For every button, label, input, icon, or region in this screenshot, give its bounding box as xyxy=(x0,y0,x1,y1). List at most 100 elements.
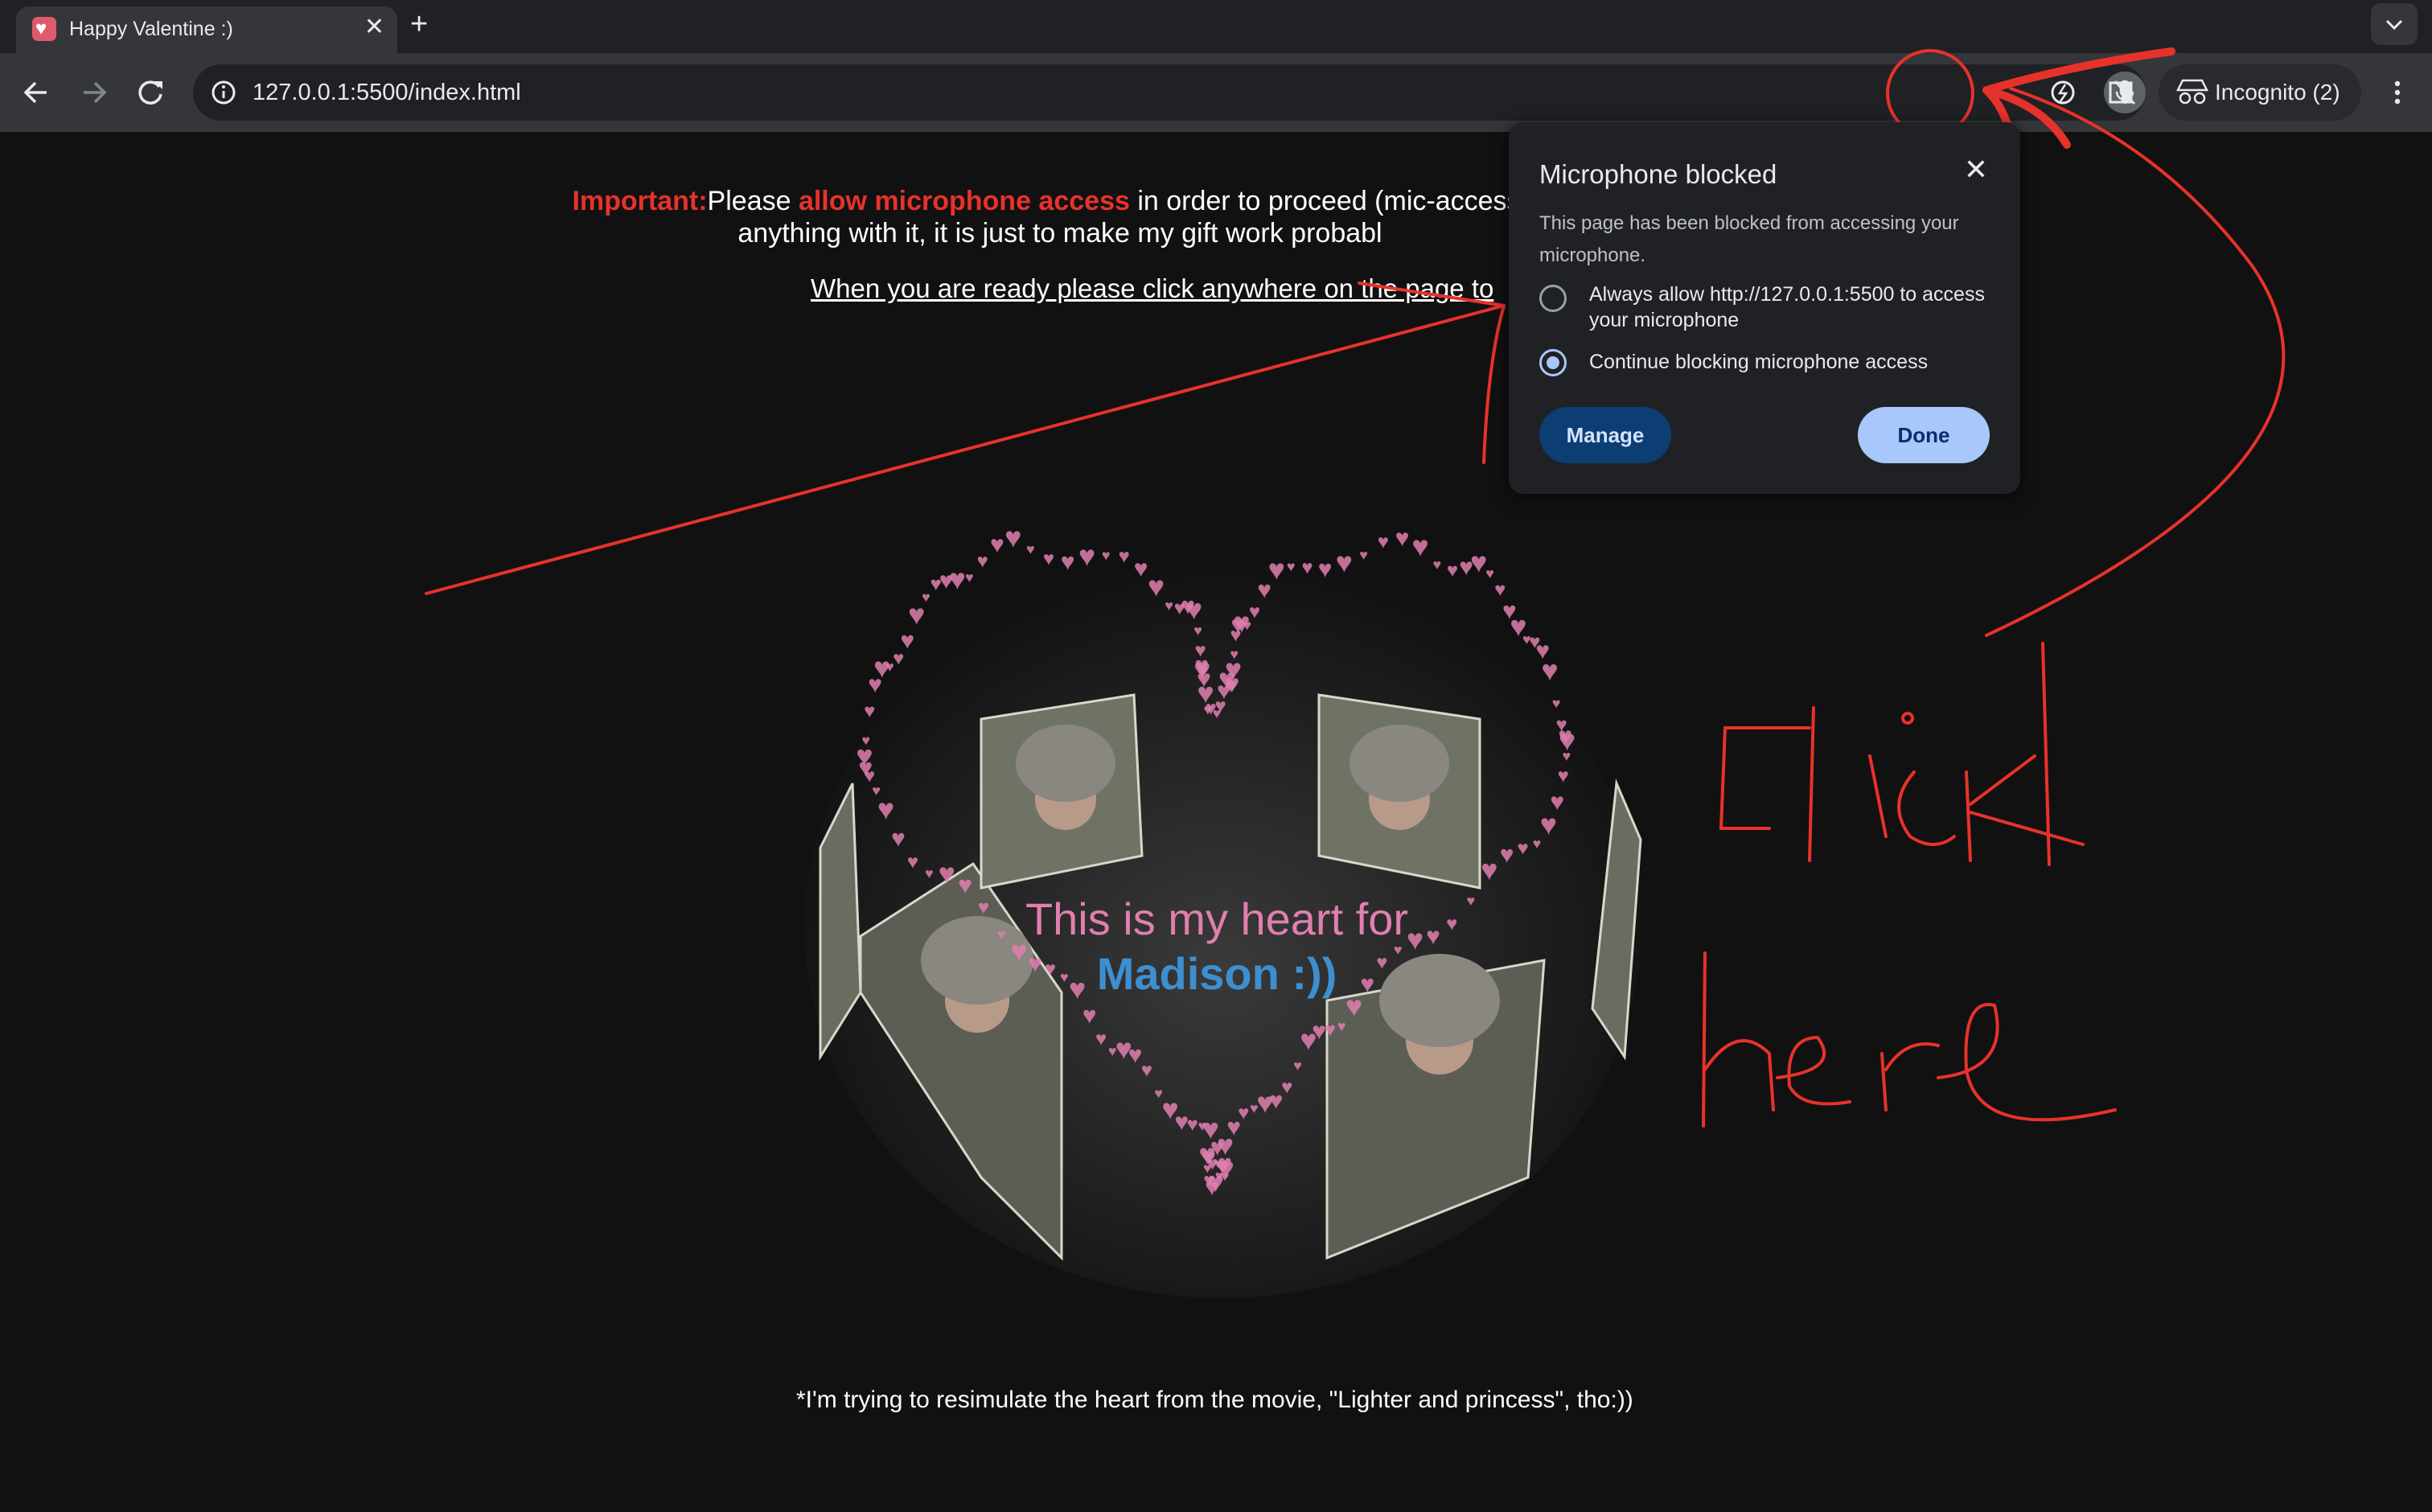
profile-label: Incognito (2) xyxy=(2215,80,2340,105)
small-heart-icon: ♥ xyxy=(1562,748,1571,764)
notice-pre: Please xyxy=(707,186,799,216)
small-heart-icon: ♥ xyxy=(1230,647,1239,663)
small-heart-icon: ♥ xyxy=(891,826,906,853)
heart-text-line1: This is my heart for xyxy=(1025,894,1408,944)
small-heart-icon: ♥ xyxy=(949,563,966,596)
tab-strip: Happy Valentine :) ✕ + xyxy=(0,0,2432,53)
small-heart-icon: ♥ xyxy=(1165,598,1173,614)
small-heart-icon: ♥ xyxy=(1337,1018,1346,1034)
dialog-title: Microphone blocked xyxy=(1539,159,1777,189)
small-heart-icon: ♥ xyxy=(1558,765,1569,787)
forward-button[interactable] xyxy=(74,72,114,113)
reload-button[interactable] xyxy=(130,72,170,113)
extensions-icon xyxy=(2051,80,2075,105)
site-info-icon[interactable] xyxy=(204,73,243,112)
small-heart-icon: ♥ xyxy=(1043,549,1054,570)
small-heart-icon: ♥ xyxy=(1533,836,1542,852)
small-heart-icon: ♥ xyxy=(1485,565,1494,581)
small-heart-icon: ♥ xyxy=(1161,1092,1178,1125)
small-heart-icon: ♥ xyxy=(1433,557,1442,573)
small-heart-icon: ♥ xyxy=(1148,569,1165,602)
small-heart-icon: ♥ xyxy=(1359,547,1368,563)
small-heart-icon: ♥ xyxy=(1540,808,1557,841)
small-heart-icon: ♥ xyxy=(1466,893,1475,909)
extensions-button[interactable] xyxy=(2043,72,2083,113)
back-icon xyxy=(23,81,47,104)
notice-line2: anything with it, it is just to make my … xyxy=(737,218,1382,249)
new-tab-button[interactable]: + xyxy=(410,8,428,40)
small-heart-icon: ♥ xyxy=(1411,529,1428,562)
small-heart-icon: ♥ xyxy=(1376,952,1387,974)
small-heart-icon: ♥ xyxy=(1141,1059,1152,1081)
small-heart-icon: ♥ xyxy=(997,927,1006,943)
small-heart-icon: ♥ xyxy=(977,550,988,572)
url-text: 127.0.0.1:5500/index.html xyxy=(253,80,521,105)
small-heart-icon: ♥ xyxy=(1205,698,1216,720)
small-heart-icon: ♥ xyxy=(1426,923,1440,950)
close-icon[interactable]: ✕ xyxy=(1964,153,1988,187)
small-heart-icon: ♥ xyxy=(1134,556,1148,582)
allow-mic-text: allow microphone access xyxy=(798,186,1130,216)
ready-instruction[interactable]: When you are ready please click anywhere… xyxy=(811,273,1493,304)
forward-icon xyxy=(84,81,107,104)
radio-continue-blocking[interactable] xyxy=(1539,349,1567,376)
small-heart-icon: ♥ xyxy=(1301,557,1313,578)
small-heart-icon: ♥ xyxy=(1378,531,1389,553)
tab-search-button[interactable] xyxy=(2371,3,2418,45)
reload-icon xyxy=(138,80,162,105)
small-heart-icon: ♥ xyxy=(1268,553,1285,586)
small-heart-icon: ♥ xyxy=(1300,1023,1317,1056)
mic-blocked-dialog: Microphone blocked ✕ This page has been … xyxy=(1509,122,2020,494)
option-continue-blocking-label[interactable]: Continue blocking microphone access xyxy=(1589,349,1991,375)
small-heart-icon: ♥ xyxy=(861,733,870,749)
small-heart-icon: ♥ xyxy=(965,569,974,585)
menu-icon xyxy=(2394,80,2401,105)
manage-button[interactable]: Manage xyxy=(1539,407,1671,463)
small-heart-icon: ♥ xyxy=(1078,540,1095,573)
notice-post: in order to proceed (mic-access is xyxy=(1129,186,1548,216)
page-content[interactable]: Important:Please allow microphone access… xyxy=(0,132,2432,1512)
footer-note: *I'm trying to resimulate the heart from… xyxy=(796,1387,1633,1413)
small-heart-icon: ♥ xyxy=(1256,1087,1273,1120)
small-heart-icon: ♥ xyxy=(925,865,934,881)
tab-title: Happy Valentine :) xyxy=(69,18,233,40)
small-heart-icon: ♥ xyxy=(1028,951,1042,977)
small-heart-icon: ♥ xyxy=(1045,959,1056,980)
small-heart-icon: ♥ xyxy=(1500,841,1514,868)
small-heart-icon: ♥ xyxy=(907,851,918,873)
menu-button[interactable] xyxy=(2377,72,2418,113)
side-panel-icon xyxy=(2109,81,2133,104)
heart-scene: ♥♥♥♥♥♥♥♥♥♥♥♥♥♥♥♥ ♥ ♥ ♥ ♥ ♥♥ ♥ ♥♥ ♥ ♥♥♥♥♥♥♥♥♥♥♥♥♥♥… xyxy=(804,521,1642,1298)
dialog-description: This page has been blocked from accessin… xyxy=(1539,212,1959,266)
small-heart-icon: ♥ xyxy=(1249,602,1260,623)
small-heart-icon: ♥ xyxy=(1061,549,1075,576)
small-heart-icon: ♥ xyxy=(1446,913,1457,935)
heart-text-name: Madison :)) xyxy=(1097,948,1337,999)
small-heart-icon: ♥ xyxy=(1026,541,1035,557)
small-heart-icon: ♥ xyxy=(1318,556,1333,582)
small-heart-icon: ♥ xyxy=(1250,1100,1259,1116)
tab-close-icon[interactable]: ✕ xyxy=(364,14,384,40)
done-button[interactable]: Done xyxy=(1858,407,1990,463)
small-heart-icon: ♥ xyxy=(1447,560,1458,581)
small-heart-icon: ♥ xyxy=(1082,1002,1097,1029)
small-heart-icon: ♥ xyxy=(978,897,989,918)
incognito-icon xyxy=(2175,79,2209,105)
small-heart-icon: ♥ xyxy=(1198,1118,1207,1134)
small-heart-icon: ♥ xyxy=(1060,969,1069,985)
back-button[interactable] xyxy=(16,72,56,113)
small-heart-icon: ♥ xyxy=(1287,559,1296,575)
small-heart-icon: ♥ xyxy=(1407,923,1423,956)
small-heart-icon: ♥ xyxy=(1336,546,1353,579)
small-heart-icon: ♥ xyxy=(1193,622,1202,639)
address-bar[interactable]: 127.0.0.1:5500/index.html ☆ xyxy=(193,64,2181,121)
browser-tab[interactable]: Happy Valentine :) ✕ xyxy=(16,6,397,53)
small-heart-icon: ♥ xyxy=(1095,1028,1107,1050)
option-always-allow-label[interactable]: Always allow http://127.0.0.1:5500 to ac… xyxy=(1589,281,1991,333)
incognito-profile-button[interactable]: Incognito (2) xyxy=(2159,64,2361,121)
small-heart-icon: ♥ xyxy=(990,532,1004,558)
photo-frame xyxy=(980,693,1144,890)
radio-always-allow[interactable] xyxy=(1539,285,1567,312)
small-heart-icon: ♥ xyxy=(1481,853,1497,886)
side-panel-button[interactable] xyxy=(2101,72,2141,113)
